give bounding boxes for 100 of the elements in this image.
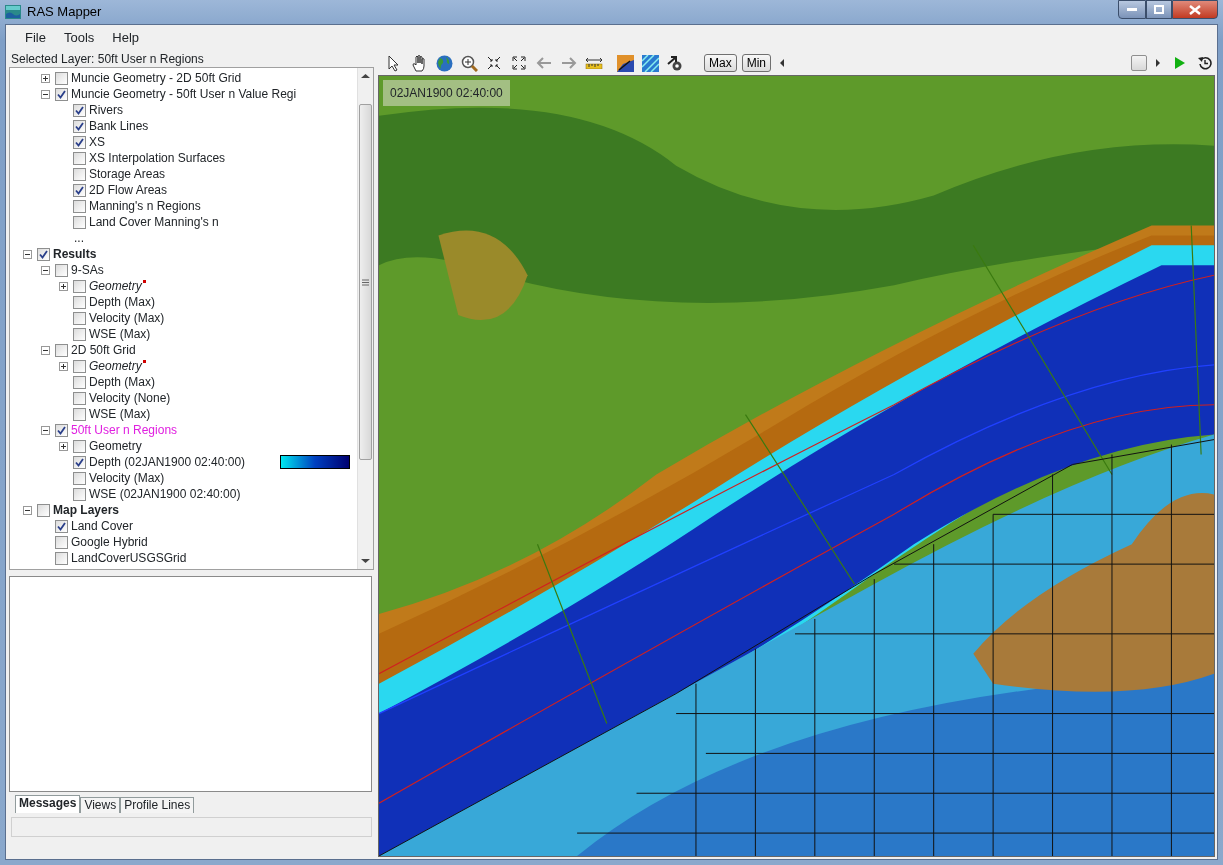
- checkbox[interactable]: [73, 407, 86, 421]
- collapse-icon[interactable]: [41, 425, 50, 435]
- checkbox[interactable]: [73, 311, 86, 325]
- panel-tab[interactable]: Messages: [15, 795, 81, 813]
- checkbox[interactable]: [73, 391, 86, 405]
- full-extent-icon[interactable]: [509, 53, 529, 73]
- grid-image-icon[interactable]: [640, 53, 660, 73]
- collapse-icon[interactable]: [41, 345, 50, 355]
- layer-label[interactable]: Rivers: [88, 103, 124, 117]
- collapse-icon[interactable]: [23, 505, 32, 515]
- checkbox[interactable]: [73, 359, 86, 373]
- globe-icon[interactable]: [434, 53, 454, 73]
- checkbox[interactable]: [55, 263, 68, 277]
- layer-label[interactable]: Bank Lines: [88, 119, 150, 133]
- menu-item[interactable]: Tools: [54, 28, 104, 48]
- layer-label[interactable]: 2D 50ft Grid: [70, 343, 137, 357]
- collapse-icon[interactable]: [23, 249, 32, 259]
- window-title: RAS Mapper: [27, 3, 102, 22]
- checkbox[interactable]: [37, 247, 50, 261]
- checkbox[interactable]: [73, 295, 86, 309]
- layer-label[interactable]: Manning's n Regions: [88, 199, 202, 213]
- checkbox[interactable]: [73, 167, 86, 181]
- layer-label[interactable]: Muncie Geometry - 50ft User n Value Regi: [70, 87, 298, 101]
- layer-label[interactable]: 9-SAs: [70, 263, 105, 277]
- collapse-icon[interactable]: [41, 89, 50, 99]
- checkbox[interactable]: [73, 103, 86, 117]
- layer-label[interactable]: WSE (Max): [88, 327, 152, 341]
- layer-label[interactable]: XS: [88, 135, 106, 149]
- maximize-button[interactable]: [1146, 0, 1172, 19]
- checkbox[interactable]: [73, 119, 86, 133]
- checkbox[interactable]: [73, 455, 86, 469]
- layer-label[interactable]: Geometry: [88, 359, 143, 373]
- checkbox[interactable]: [73, 135, 86, 149]
- layer-label[interactable]: Depth (02JAN1900 02:40:00): [88, 455, 247, 469]
- checkbox[interactable]: [73, 199, 86, 213]
- max-button[interactable]: Max: [704, 54, 737, 72]
- layer-label[interactable]: Storage Areas: [88, 167, 167, 181]
- close-button[interactable]: [1172, 0, 1218, 19]
- layer-label[interactable]: LandCoverUSGSGrid: [70, 551, 188, 565]
- scroll-down-icon[interactable]: [361, 558, 370, 564]
- scroll-left-icon[interactable]: [780, 59, 785, 67]
- checkbox[interactable]: [55, 551, 68, 565]
- panel-tab[interactable]: Views: [80, 797, 121, 813]
- checkbox[interactable]: [55, 343, 68, 357]
- checkbox[interactable]: [55, 535, 68, 549]
- layer-label[interactable]: Velocity (Max): [88, 471, 166, 485]
- scrollbar[interactable]: [357, 68, 373, 569]
- checkbox[interactable]: [73, 215, 86, 229]
- expand-icon[interactable]: [41, 73, 50, 83]
- close-icon: [1189, 4, 1201, 15]
- checkbox[interactable]: [73, 183, 86, 197]
- checkbox[interactable]: [73, 487, 86, 501]
- expand-icon[interactable]: [59, 281, 68, 291]
- layer-label[interactable]: 50ft User n Regions: [70, 423, 179, 437]
- layer-label[interactable]: Depth (Max): [88, 295, 157, 309]
- checkbox[interactable]: [55, 423, 68, 437]
- layer-label[interactable]: Map Layers: [52, 503, 121, 517]
- layer-label[interactable]: Velocity (None): [88, 391, 172, 405]
- layer-label[interactable]: Velocity (Max): [88, 311, 166, 325]
- checkbox[interactable]: [55, 71, 68, 85]
- checkbox[interactable]: [73, 279, 86, 293]
- slider-thumb[interactable]: [1130, 55, 1147, 71]
- layer-label[interactable]: Google Hybrid: [70, 535, 149, 549]
- panel-tab[interactable]: Profile Lines: [120, 797, 195, 813]
- min-button[interactable]: Min: [741, 54, 771, 72]
- layer-label[interactable]: XS Interpolation Surfaces: [88, 151, 227, 165]
- menu-item[interactable]: File: [16, 28, 55, 48]
- layer-label[interactable]: Land Cover Manning's n: [88, 215, 220, 229]
- collapse-icon[interactable]: [41, 265, 50, 275]
- zoom-in-icon[interactable]: [459, 53, 479, 73]
- app-icon: [5, 5, 21, 19]
- time-slider[interactable]: [780, 55, 1161, 71]
- map-view[interactable]: 02JAN1900 02:40:00: [378, 75, 1215, 857]
- layer-label[interactable]: Geometry: [88, 279, 143, 293]
- layer-label[interactable]: Muncie Geometry - 2D 50ft Grid: [70, 71, 243, 85]
- checkbox[interactable]: [73, 375, 86, 389]
- expand-icon[interactable]: [59, 441, 68, 451]
- checkbox[interactable]: [73, 327, 86, 341]
- layer-label[interactable]: Depth (Max): [88, 375, 157, 389]
- checkbox[interactable]: [55, 87, 68, 101]
- scroll-right-icon[interactable]: [1156, 59, 1161, 67]
- expand-icon[interactable]: [59, 361, 68, 371]
- terrain-image-icon[interactable]: [615, 53, 635, 73]
- layer-label[interactable]: WSE (02JAN1900 02:40:00): [88, 487, 242, 501]
- checkbox[interactable]: [73, 151, 86, 165]
- layer-label[interactable]: WSE (Max): [88, 407, 152, 421]
- selected-layer-label: Selected Layer: 50ft User n Regions: [11, 51, 204, 68]
- more-label[interactable]: ...: [73, 231, 85, 245]
- checkbox[interactable]: [73, 439, 86, 453]
- minimize-button[interactable]: [1118, 0, 1146, 19]
- layer-label[interactable]: 2D Flow Areas: [88, 183, 169, 197]
- scroll-up-icon[interactable]: [361, 73, 370, 79]
- checkbox[interactable]: [73, 471, 86, 485]
- checkbox[interactable]: [37, 503, 50, 517]
- layer-label[interactable]: Land Cover: [70, 519, 135, 533]
- menu-item[interactable]: Help: [103, 28, 149, 48]
- timestamp-label: 02JAN1900 02:40:00: [383, 80, 510, 106]
- checkbox[interactable]: [55, 519, 68, 533]
- layer-label[interactable]: Results: [52, 247, 98, 261]
- layer-label[interactable]: Geometry: [88, 439, 143, 453]
